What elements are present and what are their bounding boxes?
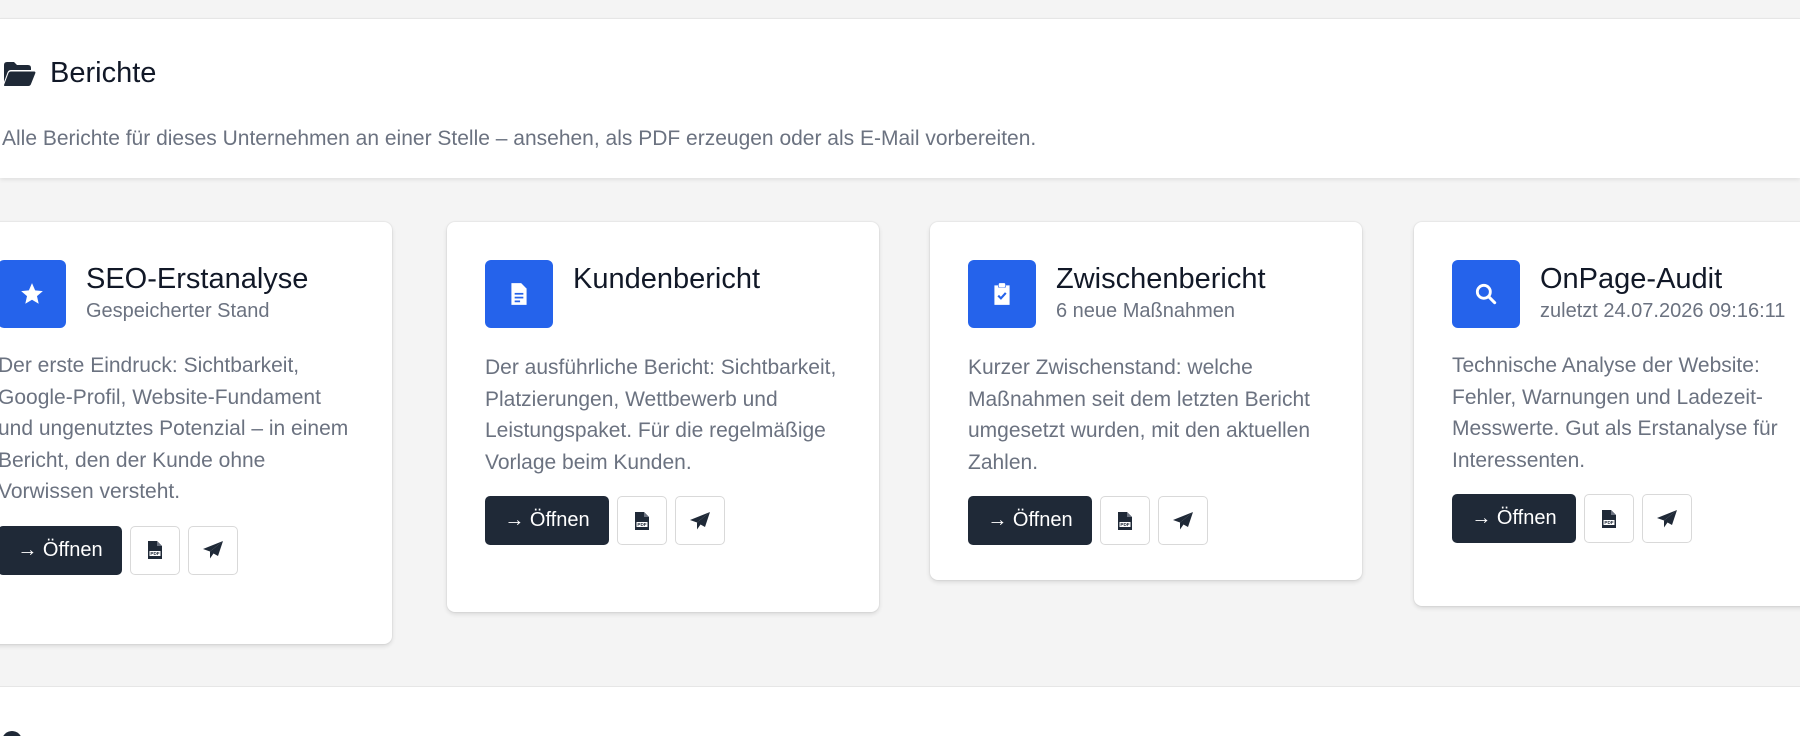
send-email-button[interactable] bbox=[188, 525, 238, 575]
paper-plane-icon bbox=[1657, 509, 1677, 527]
pdf-button[interactable]: PDF bbox=[130, 525, 180, 575]
page-description: Alle Berichte für dieses Unternehmen an … bbox=[2, 127, 1037, 150]
send-email-button[interactable] bbox=[1158, 496, 1208, 545]
pdf-button[interactable]: PDF bbox=[1100, 496, 1150, 545]
svg-text:PDF: PDF bbox=[150, 551, 159, 556]
search-icon bbox=[1452, 260, 1520, 328]
reports-header: Berichte Alle Berichte für dieses Untern… bbox=[0, 18, 1800, 178]
info-icon bbox=[2, 731, 22, 736]
pdf-button[interactable]: PDF bbox=[617, 496, 667, 545]
card-subtitle: Gespeicherter Stand bbox=[86, 300, 270, 322]
card-title: SEO-Erstanalyse bbox=[86, 263, 309, 295]
card-description: Kurzer Zwischenstand: welche Maßnahmen s… bbox=[968, 356, 1311, 474]
card-title: Kundenbericht bbox=[573, 263, 761, 295]
send-email-button[interactable] bbox=[675, 496, 725, 545]
pdf-icon: PDF bbox=[1118, 511, 1132, 530]
card-description: Der ausführliche Bericht: Sichtbarkeit, … bbox=[485, 356, 837, 474]
open-button[interactable]: → Öffnen bbox=[485, 496, 609, 545]
open-button[interactable]: → Öffnen bbox=[968, 496, 1092, 545]
folder-open-icon bbox=[3, 61, 36, 86]
paper-plane-icon bbox=[203, 541, 223, 559]
pdf-icon: PDF bbox=[148, 541, 162, 559]
card-subtitle: 6 neue Maßnahmen bbox=[1056, 300, 1236, 322]
report-card-seo-erstanalyse: SEO-Erstanalyse Gespeicherter Stand Der … bbox=[0, 222, 392, 644]
card-description: Technische Analyse der Website: Fehler, … bbox=[1452, 354, 1778, 472]
open-button[interactable]: → Öffnen bbox=[0, 525, 122, 575]
send-email-button[interactable] bbox=[1642, 494, 1692, 543]
card-description: Der erste Eindruck: Sichtbarkeit, Google… bbox=[0, 354, 349, 503]
svg-text:PDF: PDF bbox=[1120, 522, 1129, 527]
clipboard-check-icon bbox=[968, 260, 1036, 328]
open-button[interactable]: → Öffnen bbox=[1452, 494, 1576, 543]
svg-text:PDF: PDF bbox=[1604, 520, 1613, 525]
pdf-icon: PDF bbox=[1602, 509, 1616, 528]
report-card-onpage-audit: OnPage-Audit zuletzt 24.07.2026 09:16:11… bbox=[1414, 222, 1800, 606]
info-footer bbox=[0, 686, 1800, 736]
paper-plane-icon bbox=[690, 511, 710, 529]
page-title: Berichte bbox=[50, 57, 157, 89]
report-card-kundenbericht: Kundenbericht Der ausführliche Bericht: … bbox=[447, 222, 879, 612]
card-subtitle: zuletzt 24.07.2026 09:16:11 bbox=[1540, 300, 1786, 322]
card-title: Zwischenbericht bbox=[1056, 263, 1266, 295]
card-title: OnPage-Audit bbox=[1540, 263, 1723, 295]
star-icon bbox=[0, 260, 66, 328]
paper-plane-icon bbox=[1173, 511, 1193, 529]
page-title-row: Berichte bbox=[2, 57, 156, 90]
svg-text:PDF: PDF bbox=[637, 522, 646, 527]
pdf-icon: PDF bbox=[635, 511, 649, 530]
report-card-zwischenbericht: Zwischenbericht 6 neue Maßnahmen Kurzer … bbox=[930, 222, 1362, 580]
document-icon bbox=[485, 260, 553, 328]
pdf-button[interactable]: PDF bbox=[1584, 494, 1634, 543]
